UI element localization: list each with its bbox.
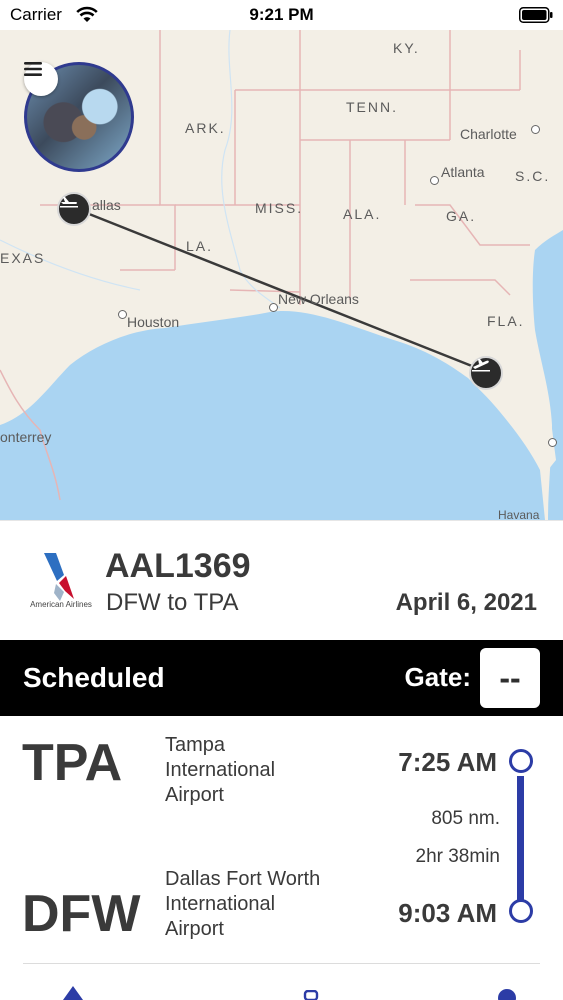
menu-button[interactable] xyxy=(24,62,58,96)
city-dot-charlotte xyxy=(531,125,540,134)
flight-duration: 2hr 38min xyxy=(415,846,501,867)
departure-time: 9:03 AM xyxy=(398,898,497,928)
state-label-ky: KY. xyxy=(393,40,420,56)
gate-label: Gate: xyxy=(404,662,471,692)
arrival-node xyxy=(509,749,533,773)
airline-name: American Airlines xyxy=(30,600,92,609)
departure-airport-code: DFW xyxy=(22,885,141,943)
city-label-atlanta: Atlanta xyxy=(441,164,485,180)
flight-distance: 805 nm. xyxy=(431,808,500,829)
state-label-fla: FLA. xyxy=(487,313,525,329)
state-label-tenn: TENN. xyxy=(346,99,398,115)
gate-value: -- xyxy=(480,648,540,708)
city-label-new-orleans: New Orleans xyxy=(278,291,359,307)
state-label-ala: ALA. xyxy=(343,206,382,222)
city-label-havana: Havana xyxy=(498,508,540,520)
flight-progress-line xyxy=(517,776,524,901)
city-dot-houston xyxy=(118,310,127,319)
landing-plane-icon xyxy=(472,359,490,372)
navigation-icon[interactable] xyxy=(63,986,83,1000)
flight-header: American Airlines AAL1369 DFW to TPA Apr… xyxy=(0,520,563,641)
state-label-la: LA. xyxy=(186,238,214,254)
city-label-charlotte: Charlotte xyxy=(460,126,517,142)
arrival-plane-marker[interactable] xyxy=(469,356,503,390)
flight-number: AAL1369 xyxy=(105,547,251,585)
city-label-houston: Houston xyxy=(127,314,180,330)
flight-map[interactable]: KY. TENN. ARK. S.C. MISS. ALA. GA. LA. E… xyxy=(0,30,563,520)
state-label-miss: MISS. xyxy=(255,200,304,216)
hamburger-menu-icon xyxy=(24,62,42,76)
flight-status-strip: Scheduled Gate: -- xyxy=(0,640,563,716)
phone-icon[interactable] xyxy=(303,990,319,1000)
flight-date: April 6, 2021 xyxy=(395,589,537,616)
city-label-monterrey: onterrey xyxy=(0,429,52,445)
state-label-ga: GA. xyxy=(446,208,477,224)
divider xyxy=(23,963,540,964)
profile-icon[interactable] xyxy=(497,988,517,1000)
state-label-texas: EXAS xyxy=(0,250,46,266)
departure-node xyxy=(509,899,533,923)
state-label-sc: S.C. xyxy=(515,168,551,184)
city-dot-atlanta xyxy=(430,176,439,185)
state-label-ark: ARK. xyxy=(185,120,226,136)
flight-route: DFW to TPA xyxy=(106,589,239,616)
departure-airport-name-line: Dallas Fort Worth xyxy=(165,868,321,890)
city-dot-miami xyxy=(548,438,557,447)
flight-status: Scheduled xyxy=(23,662,165,693)
departing-plane-icon xyxy=(60,197,78,208)
status-bar: Carrier 9:21 PM xyxy=(0,0,563,30)
clock: 9:21 PM xyxy=(249,5,314,24)
arrival-time: 7:25 AM xyxy=(398,747,497,777)
battery-icon xyxy=(519,7,553,23)
city-dot-new-orleans xyxy=(269,303,278,312)
departure-plane-marker[interactable] xyxy=(57,192,91,226)
arrival-airport-code: TPA xyxy=(22,734,123,792)
arrival-airport-name-line: Airport xyxy=(165,784,224,806)
city-label-dallas: allas xyxy=(92,197,121,213)
